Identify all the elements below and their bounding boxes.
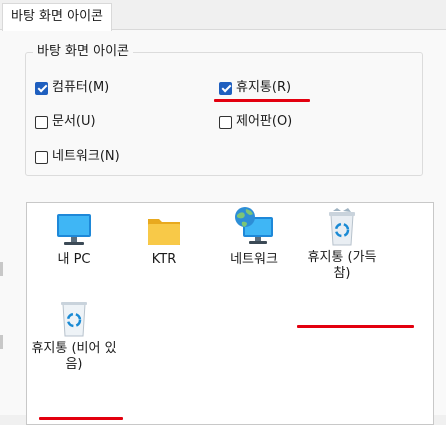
desktop-icons-groupbox: 바탕 화면 아이콘 컴퓨터(M) 휴지통(R) 문서(U) 제어판(O) 네트워… (25, 43, 423, 176)
checkbox-documents-box[interactable] (35, 115, 48, 129)
tab-strip: 바탕 화면 아이콘 (0, 0, 446, 31)
checkbox-recycle-bin[interactable]: 휴지통(R) (219, 80, 291, 96)
tab-panel: 바탕 화면 아이콘 컴퓨터(M) 휴지통(R) 문서(U) 제어판(O) 네트워… (0, 30, 446, 425)
checkbox-network-label: 네트워크(N) (52, 149, 120, 164)
checkbox-control-panel-box[interactable] (219, 115, 232, 129)
folder-icon (148, 219, 180, 245)
icon-label-recycle-bin-empty: 휴지통 (비어 있음) (31, 341, 117, 372)
checkbox-computer[interactable]: 컴퓨터(M) (35, 80, 109, 96)
network-globe-icon (235, 207, 273, 244)
checkbox-control-panel[interactable]: 제어판(O) (219, 114, 292, 130)
icon-item-network[interactable]: 네트워크 (209, 205, 299, 268)
window-edge-marker (0, 335, 3, 349)
icon-label-ktr: KTR (151, 252, 177, 267)
checkbox-documents-label: 문서(U) (52, 114, 96, 129)
icon-item-this-pc[interactable]: 내 PC (29, 211, 119, 268)
annotation-underline-recycle-bin (214, 99, 310, 102)
desktop-icon-list: 내 PC KTR 네트워크 휴지통 (가득 참) 휴지통 (비어 있음) (26, 202, 434, 425)
checkbox-computer-label: 컴퓨터(M) (52, 80, 110, 95)
checkbox-recycle-bin-box[interactable] (219, 81, 232, 95)
icon-label-this-pc: 내 PC (57, 252, 91, 267)
monitor-icon (57, 214, 91, 245)
icon-label-recycle-bin-full: 휴지통 (가득 참) (307, 250, 377, 281)
checkbox-network-box[interactable] (35, 150, 48, 164)
checkbox-computer-box[interactable] (35, 81, 48, 95)
window-edge-marker (0, 262, 3, 276)
tab-desktop-icons[interactable]: 바탕 화면 아이콘 (2, 3, 112, 31)
icon-item-recycle-bin-full[interactable]: 휴지통 (가득 참) (297, 207, 387, 282)
recycle-bin-full-icon (329, 208, 355, 246)
checkbox-recycle-bin-label: 휴지통(R) (236, 80, 292, 95)
checkbox-control-panel-label: 제어판(O) (236, 114, 293, 129)
recycle-bin-empty-icon (61, 302, 87, 337)
groupbox-title: 바탕 화면 아이콘 (33, 43, 133, 61)
annotation-underline-recycle-bin-empty (39, 417, 123, 420)
icon-item-ktr-folder[interactable]: KTR (119, 211, 209, 268)
checkbox-documents[interactable]: 문서(U) (35, 114, 96, 130)
icon-item-recycle-bin-empty[interactable]: 휴지통 (비어 있음) (29, 298, 119, 373)
icon-label-network: 네트워크 (230, 252, 278, 267)
annotation-underline-recycle-bin-full (297, 325, 414, 328)
checkbox-network[interactable]: 네트워크(N) (35, 149, 120, 165)
